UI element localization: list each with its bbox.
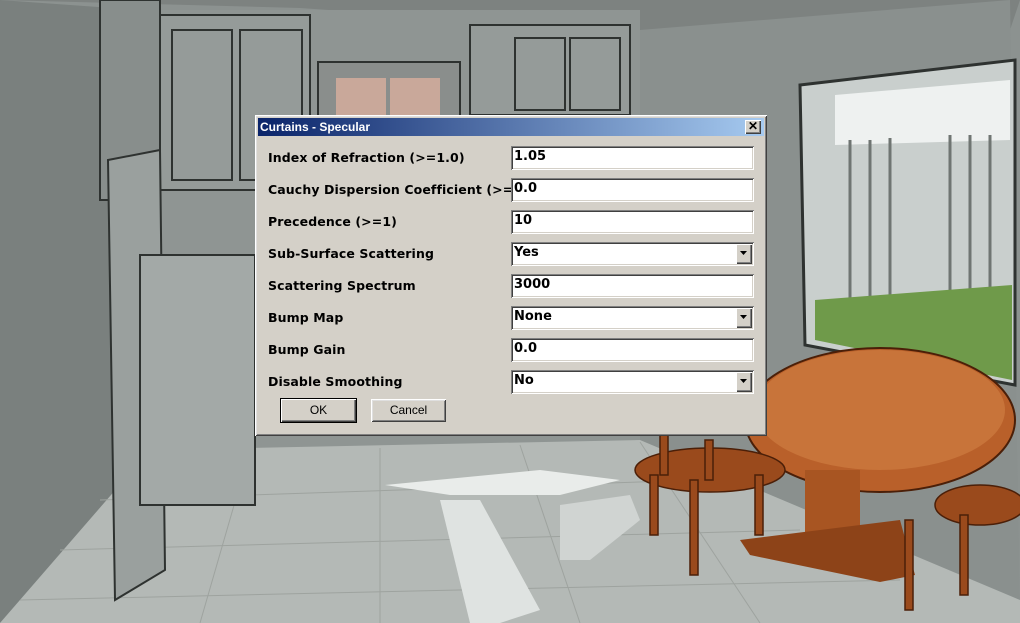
close-button[interactable]: ✕ (745, 120, 761, 134)
field-row-scattering-spectrum: Scattering Spectrum (268, 274, 758, 298)
field-row-index-of-refraction: Index of Refraction (>=1.0) (268, 146, 758, 170)
scattering-spectrum-input[interactable] (511, 274, 754, 298)
index-of-refraction-value[interactable] (514, 149, 744, 164)
field-row-bump-gain: Bump Gain (268, 338, 758, 362)
index-of-refraction-input[interactable] (511, 146, 754, 170)
field-row-sub-surface-scattering: Sub-Surface Scattering Yes (268, 242, 758, 266)
ok-button[interactable]: OK (281, 399, 356, 422)
dropdown-button[interactable] (736, 308, 752, 328)
close-icon: ✕ (747, 119, 759, 133)
dialog-title: Curtains - Specular (260, 120, 371, 134)
cauchy-dispersion-value[interactable] (514, 181, 744, 196)
curtain-right (390, 78, 440, 118)
dropdown-selected-value: None (514, 309, 552, 324)
dropdown-button[interactable] (736, 244, 752, 264)
field-row-disable-smoothing: Disable Smoothing No (268, 370, 758, 394)
field-label: Bump Gain (268, 342, 346, 357)
field-label: Disable Smoothing (268, 374, 403, 389)
table-top (755, 350, 1005, 470)
field-label: Sub-Surface Scattering (268, 246, 434, 261)
precedence-value[interactable] (514, 213, 744, 228)
bump-gain-input[interactable] (511, 338, 754, 362)
dropdown-selected-value: Yes (514, 245, 539, 260)
field-row-cauchy-dispersion: Cauchy Dispersion Coefficient (>=0.0) (268, 178, 758, 202)
dropdown-button[interactable] (736, 372, 752, 392)
chevron-down-icon (740, 379, 747, 383)
field-row-precedence: Precedence (>=1) (268, 210, 758, 234)
lower-cabinets (139, 254, 256, 506)
cancel-button[interactable]: Cancel (371, 399, 446, 422)
curtains-specular-dialog: Curtains - Specular ✕ Index of Refractio… (255, 115, 767, 436)
sub-surface-scattering-dropdown[interactable]: Yes (511, 242, 754, 266)
bump-map-dropdown[interactable]: None (511, 306, 754, 330)
curtain-left (336, 78, 386, 118)
cauchy-dispersion-input[interactable] (511, 178, 754, 202)
field-label: Index of Refraction (>=1.0) (268, 150, 465, 165)
dialog-titlebar[interactable]: Curtains - Specular ✕ (258, 118, 764, 136)
disable-smoothing-dropdown[interactable]: No (511, 370, 754, 394)
chevron-down-icon (740, 251, 747, 255)
dropdown-selected-value: No (514, 373, 534, 388)
bump-gain-value[interactable] (514, 341, 744, 356)
precedence-input[interactable] (511, 210, 754, 234)
field-label: Bump Map (268, 310, 344, 325)
chevron-down-icon (740, 315, 747, 319)
field-label: Precedence (>=1) (268, 214, 397, 229)
field-row-bump-map: Bump Map None (268, 306, 758, 330)
field-label: Cauchy Dispersion Coefficient (>=0.0) (268, 182, 542, 197)
scattering-spectrum-value[interactable] (514, 277, 744, 292)
field-label: Scattering Spectrum (268, 278, 416, 293)
